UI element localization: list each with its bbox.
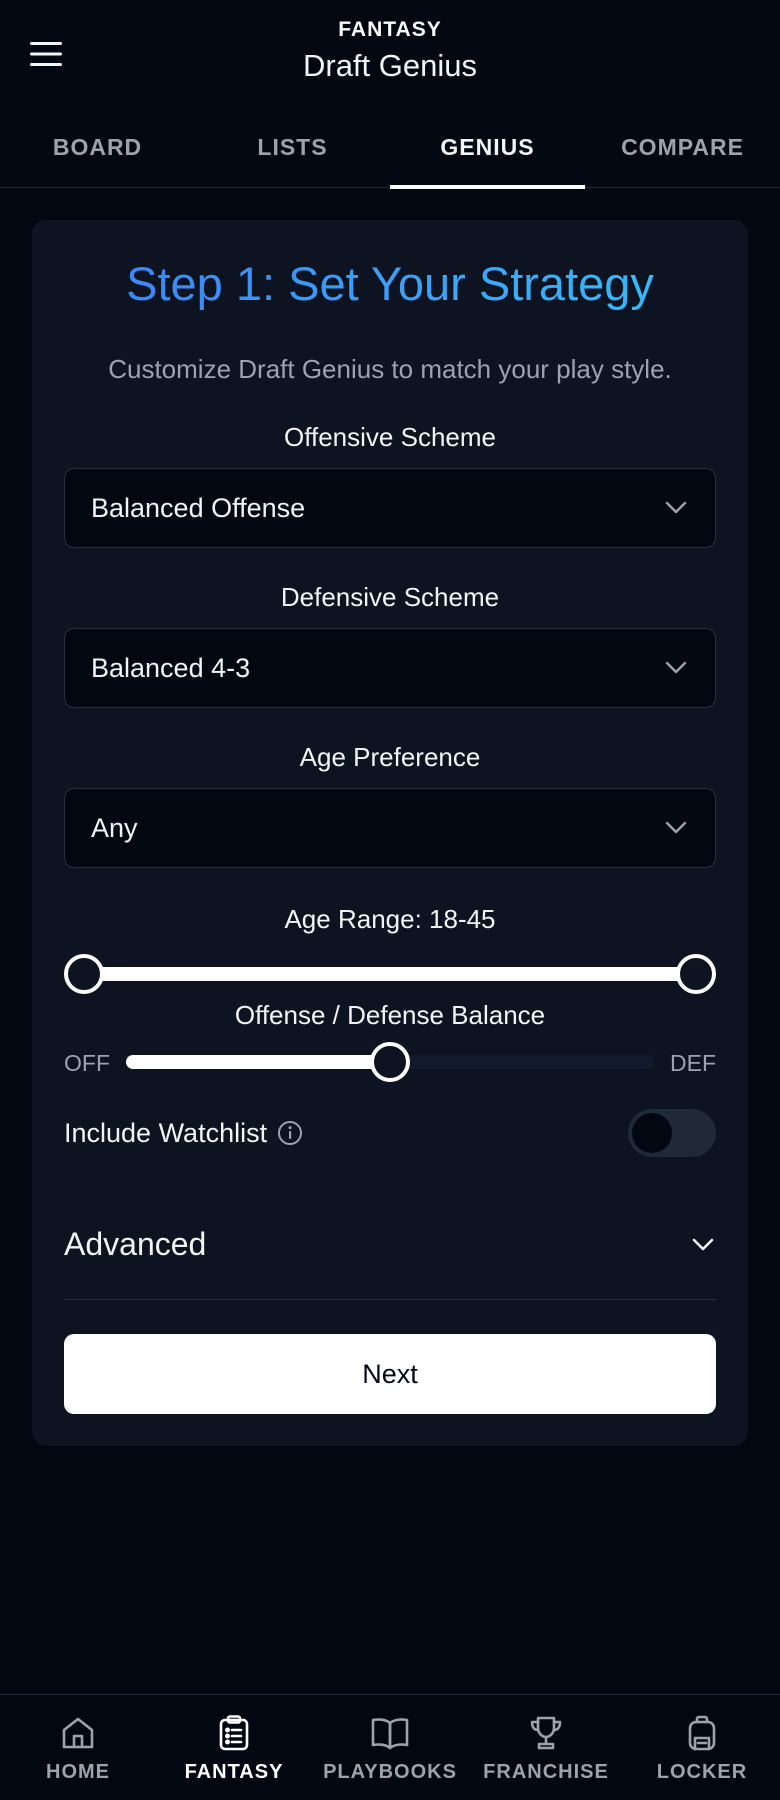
nav-locker[interactable]: LOCKER [624, 1695, 780, 1800]
offensive-scheme-label: Offensive Scheme [284, 422, 496, 452]
next-button[interactable]: Next [64, 1334, 716, 1414]
balance-thumb[interactable] [370, 1042, 410, 1082]
offensive-scheme-select[interactable]: Balanced Offense [64, 468, 716, 548]
nav-franchise[interactable]: FRANCHISE [468, 1695, 624, 1800]
advanced-accordion[interactable]: Advanced [64, 1190, 716, 1300]
age-range-track [82, 967, 698, 981]
defensive-scheme-select[interactable]: Balanced 4-3 [64, 628, 716, 708]
chevron-down-icon [663, 495, 689, 521]
step-subtitle: Customize Draft Genius to match your pla… [108, 354, 672, 384]
tab-compare[interactable]: COMPARE [585, 108, 780, 187]
title-block: FANTASY Draft Genius [0, 18, 780, 84]
age-range-slider[interactable] [64, 954, 716, 994]
clipboard-icon [214, 1713, 254, 1753]
watchlist-row: Include Watchlist [64, 1109, 716, 1157]
offensive-scheme-value: Balanced Offense [91, 492, 306, 523]
header: FANTASY Draft Genius [0, 0, 780, 108]
page-title: Draft Genius [302, 48, 477, 83]
chevron-down-icon [690, 1232, 716, 1258]
nav-franchise-label: FRANCHISE [483, 1761, 609, 1783]
tab-genius[interactable]: GENIUS [390, 108, 585, 189]
tab-bar: BOARD LISTS GENIUS COMPARE [0, 108, 780, 189]
balance-slider[interactable] [126, 1042, 654, 1082]
book-icon [370, 1713, 410, 1753]
age-range-label: Age Range: 18-45 [284, 904, 496, 934]
nav-fantasy[interactable]: FANTASY [156, 1695, 312, 1800]
watchlist-label: Include Watchlist [64, 1117, 268, 1148]
trophy-icon [526, 1713, 566, 1753]
nav-locker-label: LOCKER [656, 1761, 748, 1783]
age-preference-label: Age Preference [299, 742, 481, 772]
nav-playbooks[interactable]: PLAYBOOKS [312, 1695, 468, 1800]
age-range-max-thumb[interactable] [676, 954, 716, 994]
backpack-icon [682, 1713, 722, 1753]
defensive-scheme-label: Defensive Scheme [280, 582, 500, 612]
balance-slider-row: OFF DEF [64, 1042, 716, 1082]
balance-fill [126, 1055, 390, 1069]
watchlist-toggle[interactable] [628, 1109, 716, 1157]
chevron-down-icon [663, 815, 689, 841]
app-root: FANTASY Draft Genius BOARD LISTS GENIUS … [0, 0, 780, 1800]
toggle-knob [632, 1113, 672, 1153]
section-label: FANTASY [338, 18, 442, 41]
nav-playbooks-label: PLAYBOOKS [323, 1761, 457, 1783]
balance-off-label: OFF [64, 1050, 110, 1076]
chevron-down-icon [663, 655, 689, 681]
info-icon[interactable] [277, 1120, 303, 1146]
bottom-nav: HOME FANTASY PLAYBOOKS FRANCHISE LOCKER [0, 1694, 780, 1800]
balance-def-label: DEF [670, 1050, 716, 1076]
tab-board[interactable]: BOARD [0, 108, 195, 187]
nav-home-label: HOME [46, 1761, 110, 1783]
age-preference-value: Any [91, 812, 138, 843]
age-range-min-thumb[interactable] [64, 954, 104, 994]
nav-fantasy-label: FANTASY [184, 1761, 284, 1783]
strategy-card: Step 1: Set Your Strategy Customize Draf… [32, 220, 748, 1446]
age-preference-select[interactable]: Any [64, 788, 716, 868]
advanced-label: Advanced [64, 1226, 207, 1262]
balance-label: Offense / Defense Balance [234, 1000, 546, 1030]
home-icon [58, 1713, 98, 1753]
defensive-scheme-value: Balanced 4-3 [91, 652, 251, 683]
step-title: Step 1: Set Your Strategy [64, 256, 716, 311]
nav-home[interactable]: HOME [0, 1695, 156, 1800]
tab-lists[interactable]: LISTS [195, 108, 390, 187]
